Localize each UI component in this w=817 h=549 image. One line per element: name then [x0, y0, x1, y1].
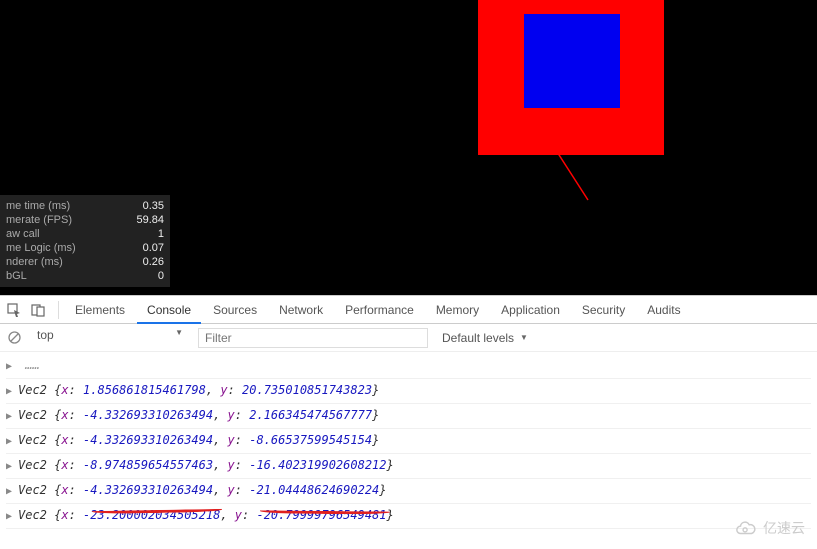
stats-value: 59.84 — [136, 213, 164, 227]
vec-y: 2.166345474567777 — [249, 404, 372, 426]
vec-x: -8.974859654557463 — [83, 454, 213, 476]
clear-console-icon[interactable] — [6, 330, 22, 346]
vec-y: -8.66537599545154 — [249, 429, 372, 451]
stats-label: me time (ms) — [6, 199, 70, 213]
stats-value: 0.26 — [143, 255, 164, 269]
tab-performance[interactable]: Performance — [335, 296, 424, 324]
truncated-line: …… — [18, 354, 40, 376]
vec-y: -21.04448624690224 — [249, 479, 379, 501]
canvas-viewport: me time (ms) 0.35 merate (FPS) 59.84 aw ca… — [0, 0, 817, 295]
stats-label: nderer (ms) — [6, 255, 63, 269]
tab-network[interactable]: Network — [269, 296, 333, 324]
vec-y: 20.735010851743823 — [242, 379, 372, 401]
console-filter-input[interactable] — [198, 328, 428, 348]
tab-security[interactable]: Security — [572, 296, 635, 324]
stats-label: bGL — [6, 269, 27, 283]
expand-icon[interactable]: ▶ — [6, 381, 18, 403]
stats-row: nderer (ms) 0.26 — [6, 255, 164, 269]
expand-icon[interactable]: ▶ — [6, 481, 18, 503]
expand-icon[interactable]: ▶ — [6, 456, 18, 478]
stats-row: me time (ms) 0.35 — [6, 199, 164, 213]
vec-x: -4.332693310263494 — [83, 479, 213, 501]
tab-audits[interactable]: Audits — [637, 296, 690, 324]
console-log-line: ▶Vec2 {x: 1.856861815461798, y: 20.73501… — [6, 379, 811, 404]
stats-row: merate (FPS) 59.84 — [6, 213, 164, 227]
console-log-line: ▶Vec2 {x: -4.332693310263494, y: -8.6653… — [6, 429, 811, 454]
stats-label: merate (FPS) — [6, 213, 72, 227]
inspect-element-icon[interactable] — [6, 302, 22, 318]
stats-label: me Logic (ms) — [6, 241, 76, 255]
stats-value: 0.35 — [143, 199, 164, 213]
class-name: Vec2 — [18, 454, 47, 476]
expand-icon[interactable]: ▶ — [6, 431, 18, 453]
stats-row: bGL 0 — [6, 269, 164, 283]
console-log-line: ▶ …… — [6, 354, 811, 379]
class-name: Vec2 — [18, 379, 47, 401]
tab-application[interactable]: Application — [491, 296, 570, 324]
stats-panel: me time (ms) 0.35 merate (FPS) 59.84 aw ca… — [0, 195, 170, 287]
context-value: top — [37, 328, 54, 342]
console-output[interactable]: ▶ …… ▶Vec2 {x: 1.856861815461798, y: 20.… — [0, 352, 817, 535]
devtools-panel: Elements Console Sources Network Perform… — [0, 295, 817, 549]
class-name: Vec2 — [18, 504, 47, 526]
stats-row: aw call 1 — [6, 227, 164, 241]
levels-label: Default levels — [442, 331, 514, 345]
log-levels-select[interactable]: Default levels — [436, 331, 534, 345]
tab-sources[interactable]: Sources — [203, 296, 267, 324]
expand-icon[interactable]: ▶ — [6, 506, 18, 528]
devtools-tabbar: Elements Console Sources Network Perform… — [0, 296, 817, 324]
class-name: Vec2 — [18, 404, 47, 426]
stats-row: me Logic (ms) 0.07 — [6, 241, 164, 255]
vec-x: -4.332693310263494 — [83, 429, 213, 451]
stats-value: 0 — [158, 269, 164, 283]
stats-value: 0.07 — [143, 241, 164, 255]
stats-value: 1 — [158, 227, 164, 241]
class-name: Vec2 — [18, 429, 47, 451]
vec-x: 1.856861815461798 — [83, 379, 206, 401]
divider — [58, 301, 59, 319]
execution-context-select[interactable]: top — [30, 327, 190, 349]
console-log-line: ▶Vec2 {x: -4.332693310263494, y: 2.16634… — [6, 404, 811, 429]
console-toolbar: top Default levels — [0, 324, 817, 352]
vec-x: -4.332693310263494 — [83, 404, 213, 426]
tab-console[interactable]: Console — [137, 296, 201, 324]
class-name: Vec2 — [18, 479, 47, 501]
console-log-line: ▶Vec2 {x: -8.974859654557463, y: -16.402… — [6, 454, 811, 479]
expand-icon[interactable]: ▶ — [6, 406, 18, 428]
stats-label: aw call — [6, 227, 40, 241]
device-toolbar-icon[interactable] — [30, 302, 46, 318]
console-log-line: ▶Vec2 {x: -4.332693310263494, y: -21.044… — [6, 479, 811, 504]
vec-y: -16.402319902608212 — [249, 454, 386, 476]
expand-icon[interactable]: ▶ — [6, 356, 18, 378]
blue-square — [524, 14, 620, 108]
tab-memory[interactable]: Memory — [426, 296, 489, 324]
tab-elements[interactable]: Elements — [65, 296, 135, 324]
